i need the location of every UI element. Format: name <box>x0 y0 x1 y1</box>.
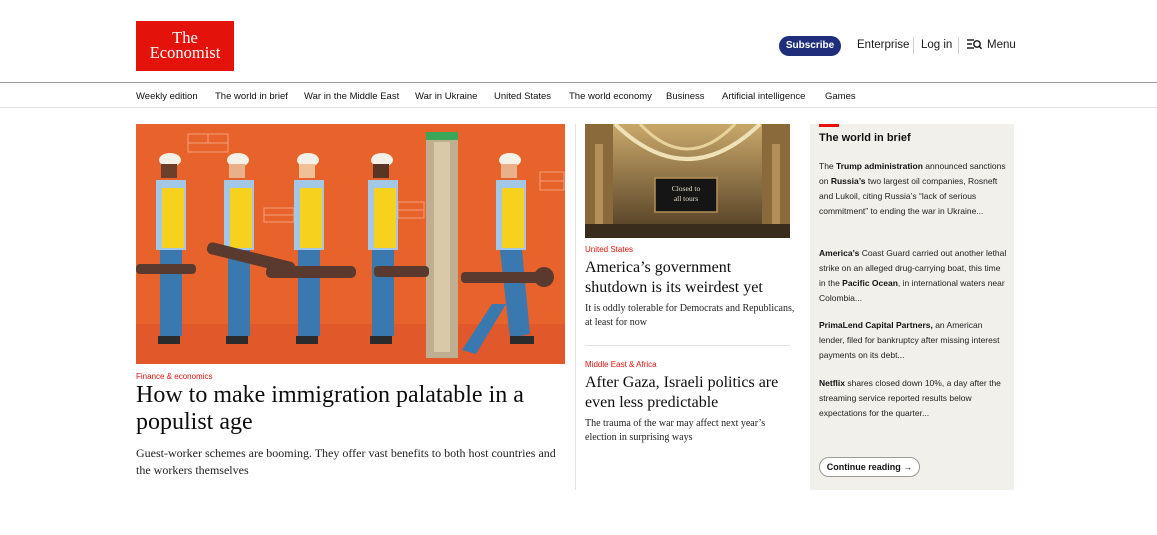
sign-line-1: Closed to <box>671 184 701 193</box>
story-1-description: It is oddly tolerable for Democrats and … <box>585 303 795 328</box>
story-divider <box>585 345 790 346</box>
subscribe-button[interactable]: Subscribe <box>779 36 841 56</box>
login-link[interactable]: Log in <box>921 39 952 51</box>
brief-item: PrimaLend Capital Partners, an American … <box>819 318 1009 363</box>
brief-highlight: PrimaLend Capital Partners, <box>819 320 933 330</box>
lead-headline[interactable]: How to make immigration palatable in a p… <box>136 382 576 436</box>
logo-line-2: Economist <box>149 43 221 62</box>
header-divider <box>913 37 914 54</box>
brief-item: America’s Coast Guard carried out anothe… <box>819 246 1009 306</box>
brief-highlight: America’s <box>819 248 860 258</box>
capitol-corridor-photo <box>585 124 790 238</box>
nav-games[interactable]: Games <box>825 91 856 102</box>
site-header: The Economist Subscribe Enterprise Log i… <box>0 0 1157 83</box>
brief-highlight: Netflix <box>819 378 845 388</box>
workers-illustration <box>136 124 565 364</box>
section-nav: Weekly edition The world in brief War in… <box>0 84 1157 108</box>
continue-reading-button[interactable]: Continue reading → <box>819 457 920 477</box>
lead-description: Guest-worker schemes are booming. They o… <box>136 446 556 477</box>
nav-war-middle-east[interactable]: War in the Middle East <box>304 91 399 102</box>
brief-highlight: Trump administration <box>836 161 923 171</box>
capitol-photo[interactable]: Closed to all tours <box>585 124 790 238</box>
sign-line-2: all tours <box>673 194 699 203</box>
story-2-headline[interactable]: After Gaza, Israeli politics are even le… <box>585 373 795 413</box>
nav-world-economy[interactable]: The world economy <box>569 91 652 102</box>
nav-war-ukraine[interactable]: War in Ukraine <box>415 91 477 102</box>
nav-artificial-intelligence[interactable]: Artificial intelligence <box>722 91 805 102</box>
nav-business[interactable]: Business <box>666 91 705 102</box>
header-divider <box>958 37 959 54</box>
story-2-description: The trauma of the war may affect next ye… <box>585 418 766 443</box>
economist-logo[interactable]: The Economist <box>136 21 234 71</box>
brief-item: Netflix shares closed down 10%, a day af… <box>819 376 1009 421</box>
brief-text: shares closed down 10%, a day after the … <box>819 378 1001 418</box>
menu-search-icon[interactable] <box>966 38 982 52</box>
brief-title[interactable]: The world in brief <box>819 132 911 144</box>
brief-highlight: Pacific Ocean <box>842 278 898 288</box>
nav-weekly-edition[interactable]: Weekly edition <box>136 91 198 102</box>
story-2-kicker[interactable]: Middle East & Africa <box>585 360 657 369</box>
closed-sign: Closed to all tours <box>655 184 717 204</box>
lead-illustration[interactable] <box>136 124 565 364</box>
column-divider <box>575 124 576 490</box>
enterprise-link[interactable]: Enterprise <box>857 39 909 51</box>
brief-text: The <box>819 161 837 171</box>
nav-world-in-brief[interactable]: The world in brief <box>215 91 288 102</box>
story-1-headline[interactable]: America’s government shutdown is its wei… <box>585 258 795 298</box>
lead-kicker[interactable]: Finance & economics <box>136 372 212 381</box>
menu-button[interactable]: Menu <box>987 39 1016 51</box>
nav-united-states[interactable]: United States <box>494 91 551 102</box>
story-1-kicker[interactable]: United States <box>585 245 633 254</box>
brief-highlight: Russia’s <box>830 176 866 186</box>
brief-item: The Trump administration announced sanct… <box>819 159 1009 219</box>
brief-accent-bar <box>819 124 839 127</box>
